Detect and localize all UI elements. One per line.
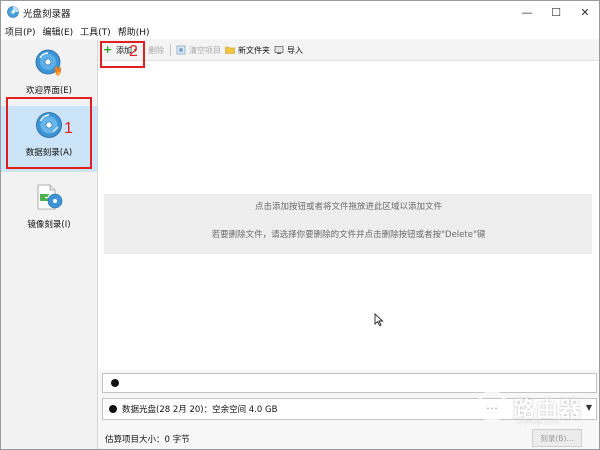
annotation-number-1: 1 (64, 120, 73, 137)
disc-icon (111, 379, 119, 387)
menu-bar: 项目(P) 编辑(E) 工具(T) 帮助(H) (1, 23, 599, 39)
import-label: 导入 (287, 45, 303, 55)
watermark: 路由器 luyouqi.com (461, 387, 591, 427)
menu-tools[interactable]: 工具(T) (76, 23, 114, 39)
drive-select-value: 数据光盘(28 2月 20)：空余空间 4.0 GB (122, 405, 278, 415)
close-icon: ✕ (580, 5, 590, 19)
maximize-icon: ☐ (551, 5, 561, 19)
new-folder-label: 新文件夹 (238, 45, 270, 55)
toolbar: + 添加 ▾ 删除 清空项目 新文件夹 导入 (98, 40, 599, 61)
title-bar: 光盘刻录器 — ☐ ✕ (1, 1, 599, 23)
image-burn-icon (37, 184, 63, 210)
mouse-cursor-icon (374, 313, 384, 327)
router-logo-icon (476, 390, 508, 422)
import-button[interactable]: 导入 (274, 43, 303, 57)
disc-flame-icon (35, 49, 62, 76)
clear-icon (176, 45, 186, 55)
sidebar-label-image-burn: 镜像刻录(I) (27, 220, 71, 230)
hint-delete-files: 若要删除文件，请选择你要删除的文件并点击删除按钮或者按"Delete"键 (211, 230, 486, 240)
watermark-subtext: luyouqi.com (517, 419, 560, 426)
estimated-size-label: 估算项目大小：0 字节 (105, 435, 190, 445)
app-disc-icon (7, 6, 19, 18)
delete-label: 删除 (148, 45, 164, 55)
menu-project[interactable]: 项目(P) (1, 23, 38, 39)
menu-edit[interactable]: 编辑(E) (38, 23, 76, 39)
annotation-box-1 (6, 97, 92, 169)
close-button[interactable]: ✕ (571, 1, 599, 23)
drive-disc-icon (109, 405, 117, 413)
sidebar-item-image-burn[interactable]: 镜像刻录(I) (1, 178, 97, 244)
annotation-box-2 (100, 41, 145, 68)
hint-add-files: 点击添加按钮或者将文件拖放进此区域以添加文件 (254, 202, 442, 212)
delete-button[interactable]: 删除 (148, 43, 164, 57)
maximize-button[interactable]: ☐ (542, 1, 570, 23)
clear-project-label: 清空项目 (189, 45, 221, 55)
clear-project-button[interactable]: 清空项目 (176, 43, 221, 57)
sidebar-label-welcome: 欢迎界面(E) (25, 86, 72, 96)
app-window: 光盘刻录器 — ☐ ✕ 项目(P) 编辑(E) 工具(T) 帮助(H) 欢迎界面… (0, 0, 600, 450)
file-drop-area[interactable]: 点击添加按钮或者将文件拖放进此区域以添加文件 若要删除文件，请选择你要删除的文件… (98, 61, 599, 370)
import-icon (274, 46, 284, 54)
minimize-icon: — (521, 5, 533, 19)
window-title: 光盘刻录器 (23, 9, 71, 20)
toolbar-separator (170, 44, 171, 56)
new-folder-button[interactable]: 新文件夹 (225, 43, 270, 57)
burn-button[interactable]: 刻录(B)... (532, 429, 582, 447)
menu-help[interactable]: 帮助(H) (114, 23, 153, 39)
annotation-number-2: 2 (129, 43, 138, 60)
folder-icon (225, 46, 235, 54)
minimize-button[interactable]: — (513, 1, 541, 23)
